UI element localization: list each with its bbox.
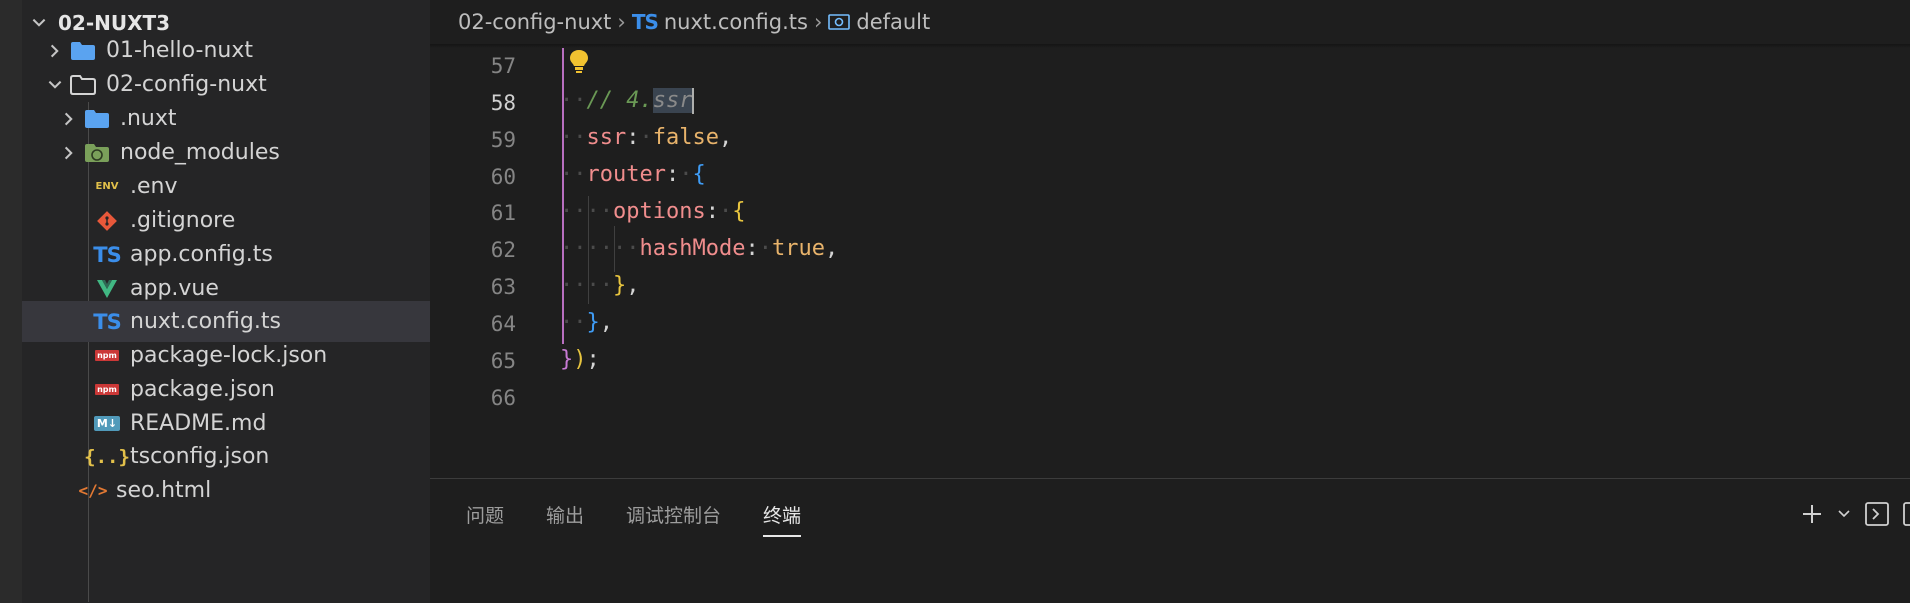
line-number: 64 — [490, 312, 516, 336]
chevron-right-icon — [56, 106, 82, 132]
terminal-icon[interactable] — [1864, 501, 1890, 527]
json-badge: {..} — [84, 445, 130, 468]
tab-output[interactable]: 输出 — [546, 501, 584, 537]
tree-item-label: 02-config-nuxt — [106, 72, 267, 97]
code-key: hashMode — [639, 236, 746, 261]
tree-item-label: seo.html — [116, 478, 212, 503]
tree-item-label: .gitignore — [130, 208, 236, 233]
tree-item-label: node_modules — [120, 140, 280, 165]
code-key: ssr — [586, 125, 627, 150]
breadcrumb: 02-config-nuxt › TS nuxt.config.ts › def… — [430, 0, 1910, 44]
vue-icon — [92, 275, 122, 303]
code-line-58[interactable]: ··// 4.ssr — [560, 88, 695, 125]
line-number: 65 — [490, 349, 516, 373]
tree-item-label: package.json — [130, 377, 275, 402]
add-terminal-icon[interactable] — [1800, 502, 1824, 526]
tree-item-label: .env — [130, 174, 178, 199]
npm-badge: npm — [95, 350, 119, 361]
breadcrumb-symbol[interactable]: default — [856, 10, 930, 34]
tree-item-label: nuxt.config.ts — [130, 309, 281, 334]
code-line-65[interactable]: }); — [560, 347, 600, 384]
ts-badge: TS — [93, 242, 121, 267]
code-line-64[interactable]: ··}, — [560, 310, 613, 347]
code-editor[interactable]: 02-config-nuxt › TS nuxt.config.ts › def… — [430, 0, 1910, 470]
typescript-icon: TS — [92, 241, 122, 269]
tree-item-seo-html[interactable]: </> seo.html — [22, 470, 430, 511]
code-comment: // 4. — [586, 88, 653, 113]
code-line-61[interactable]: ····options:·{ — [560, 199, 745, 236]
breadcrumb-shadow — [430, 44, 1910, 48]
npm-icon: npm — [92, 342, 122, 370]
folder-open-icon — [68, 71, 98, 99]
line-number: 60 — [490, 165, 516, 189]
typescript-icon: TS — [631, 10, 659, 34]
html-badge: </> — [78, 481, 108, 500]
explorer-tree: 02-NUXT3 01-hello-nuxt 02-config-nuxt .n… — [22, 0, 430, 603]
npm-icon: npm — [92, 376, 122, 404]
vscode-window: 02-NUXT3 01-hello-nuxt 02-config-nuxt .n… — [0, 0, 1910, 603]
line-number: 63 — [490, 275, 516, 299]
env-file-icon: ENV — [92, 173, 122, 201]
line-number: 66 — [490, 386, 516, 410]
markdown-icon: M↓ — [92, 410, 122, 438]
chevron-down-icon[interactable] — [1836, 506, 1852, 522]
line-number: 57 — [490, 54, 516, 78]
partial-icon — [1902, 501, 1910, 527]
npm-badge: npm — [95, 384, 119, 395]
breadcrumb-file[interactable]: nuxt.config.ts — [664, 10, 808, 34]
tree-item-label: README.md — [130, 411, 267, 436]
line-number: 61 — [490, 201, 516, 225]
code-key: options — [612, 199, 706, 224]
text-cursor — [692, 88, 695, 114]
lightbulb-icon[interactable] — [568, 48, 590, 76]
code-key: router — [586, 162, 666, 187]
selected-text: ssr — [652, 88, 693, 113]
bottom-panel: 问题 输出 调试控制台 终端 — [430, 478, 1910, 603]
code-line-60[interactable]: ··router:·{ — [560, 162, 706, 199]
md-badge: M↓ — [93, 416, 121, 431]
tab-terminal[interactable]: 终端 — [763, 501, 802, 537]
code-line-59[interactable]: ··ssr:·false, — [560, 125, 732, 162]
typescript-icon: TS — [92, 308, 122, 336]
tab-problems[interactable]: 问题 — [466, 501, 504, 537]
tree-item-label: tsconfig.json — [130, 444, 270, 469]
tree-item-label: .nuxt — [120, 106, 177, 131]
line-number: 59 — [490, 128, 516, 152]
node-modules-folder-icon — [82, 139, 112, 167]
breadcrumb-folder[interactable]: 02-config-nuxt — [458, 10, 611, 34]
panel-tabs: 问题 输出 调试控制台 终端 — [466, 501, 843, 537]
symbol-variable-icon — [828, 13, 851, 31]
code-value: true — [771, 236, 825, 261]
code-line-62[interactable]: ······hashMode:·true, — [560, 236, 838, 273]
tree-item-label: package-lock.json — [130, 343, 328, 368]
tree-item-label: app.vue — [130, 276, 219, 301]
chevron-right-icon: › — [617, 10, 626, 34]
tree-item-label: 01-hello-nuxt — [106, 38, 253, 63]
ts-badge: TS — [93, 309, 121, 334]
tab-debug-console[interactable]: 调试控制台 — [626, 501, 721, 537]
chevron-down-icon — [42, 72, 68, 98]
git-icon — [92, 207, 122, 235]
line-number-active: 58 — [490, 91, 516, 115]
env-badge: ENV — [95, 181, 119, 192]
code-line-63[interactable]: ····}, — [560, 273, 639, 310]
sidebar: 02-NUXT3 01-hello-nuxt 02-config-nuxt .n… — [0, 0, 430, 603]
activity-bar — [0, 0, 22, 603]
chevron-right-icon: › — [813, 10, 823, 34]
chevron-right-icon — [42, 38, 68, 64]
folder-icon — [68, 37, 98, 65]
json-icon: {..} — [84, 443, 130, 471]
chevron-right-icon — [56, 140, 82, 166]
folder-icon — [82, 105, 112, 133]
tree-item-label: app.config.ts — [130, 242, 273, 267]
html-icon: </> — [78, 477, 108, 505]
code-value: false — [652, 125, 719, 150]
panel-actions — [1800, 501, 1910, 527]
line-number: 62 — [490, 238, 516, 262]
